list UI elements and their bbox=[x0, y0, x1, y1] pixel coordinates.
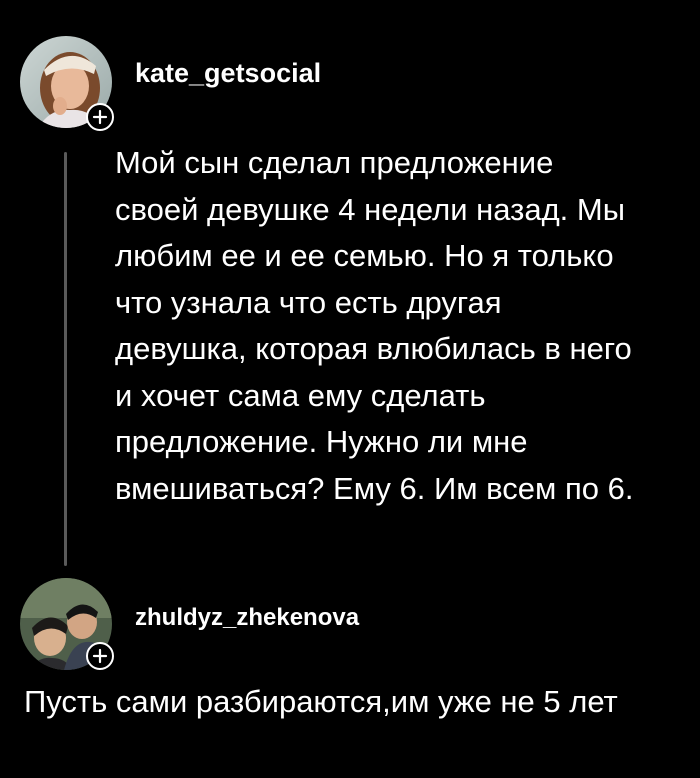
reply-author-username[interactable]: zhuldyz_zhekenova bbox=[135, 604, 359, 632]
post-author-username[interactable]: kate_getsocial bbox=[135, 58, 321, 89]
plus-icon bbox=[92, 109, 108, 125]
post-text-line: и хочет сама ему сделать bbox=[115, 377, 486, 413]
post-text-line: своей девушке 4 недели назад. Мы bbox=[115, 191, 626, 227]
reply-body-text: Пусть сами разбираются,им уже не 5 лет bbox=[24, 684, 618, 719]
post-text-line: Мой сын сделал предложение bbox=[115, 145, 554, 180]
post-text-line: любим ее и ее семью. Но я только bbox=[115, 238, 614, 273]
post-text-line: вмешиваться? Ему 6. Им всем по 6. bbox=[115, 470, 634, 506]
post-author-follow-button[interactable] bbox=[86, 103, 114, 131]
post-text-line: предложение. Нужно ли мне bbox=[115, 424, 528, 459]
post-body-text: Мой сын сделал предложение своей девушке… bbox=[115, 140, 687, 512]
post-text-line: что узнала что есть другая bbox=[115, 284, 502, 320]
plus-icon bbox=[92, 648, 108, 664]
reply-author-follow-button[interactable] bbox=[86, 642, 114, 670]
post-text-line: девушка, которая влюбилась в него bbox=[115, 331, 632, 366]
thread-connector-line bbox=[64, 152, 67, 566]
